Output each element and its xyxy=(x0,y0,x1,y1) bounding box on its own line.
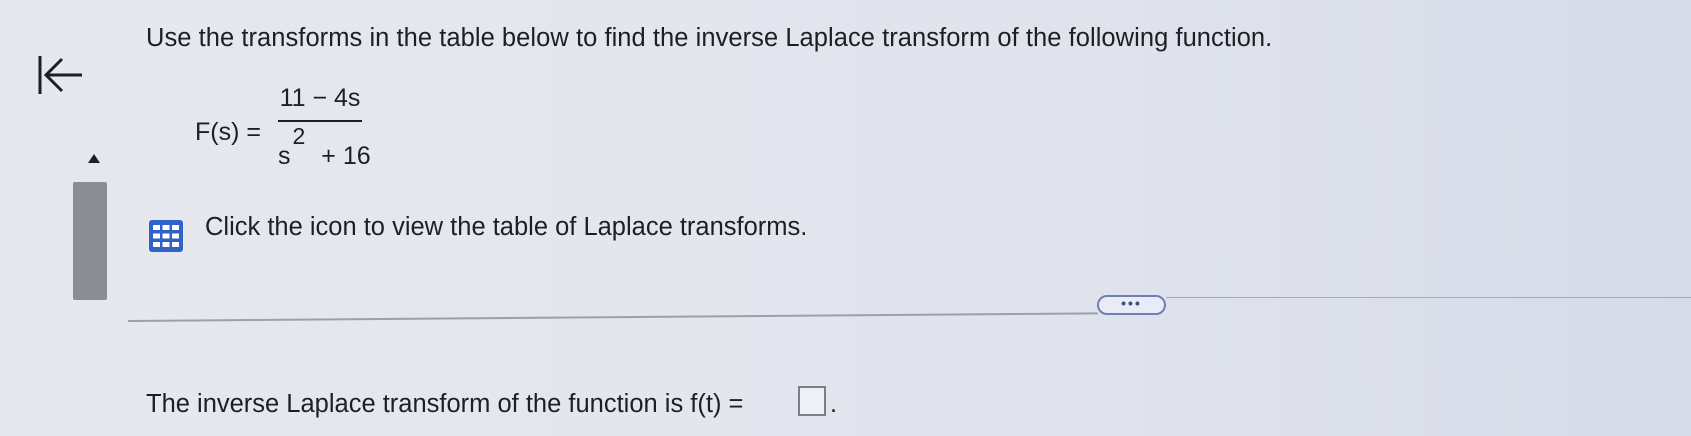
section-divider-right xyxy=(1166,297,1691,298)
table-link-text: Click the icon to view the table of Lapl… xyxy=(205,213,808,241)
section-divider-left xyxy=(127,312,1098,322)
denominator-rest: + 16 xyxy=(321,142,371,170)
denominator-base: s xyxy=(278,142,291,170)
triangle-up-icon xyxy=(88,154,100,163)
answer-suffix: . xyxy=(830,390,838,418)
more-options-button[interactable]: ••• xyxy=(1097,295,1166,315)
answer-prompt: The inverse Laplace transform of the fun… xyxy=(146,390,744,418)
answer-input[interactable] xyxy=(798,386,826,416)
table-grid-icon xyxy=(149,220,183,252)
laplace-table-button[interactable] xyxy=(148,219,184,253)
formula-denominator: s2 + 16 xyxy=(278,123,371,171)
back-to-start-icon xyxy=(38,56,82,94)
question-prompt: Use the transforms in the table below to… xyxy=(146,24,1273,52)
formula-numerator: 11 − 4s xyxy=(279,84,361,112)
scrollbar-thumb[interactable] xyxy=(73,182,107,300)
formula-lhs: F(s) = xyxy=(195,118,261,146)
back-to-start-button[interactable] xyxy=(36,52,86,98)
scroll-up-button[interactable] xyxy=(86,152,102,164)
fraction-bar xyxy=(278,120,362,122)
denominator-exponent: 2 xyxy=(292,123,306,149)
